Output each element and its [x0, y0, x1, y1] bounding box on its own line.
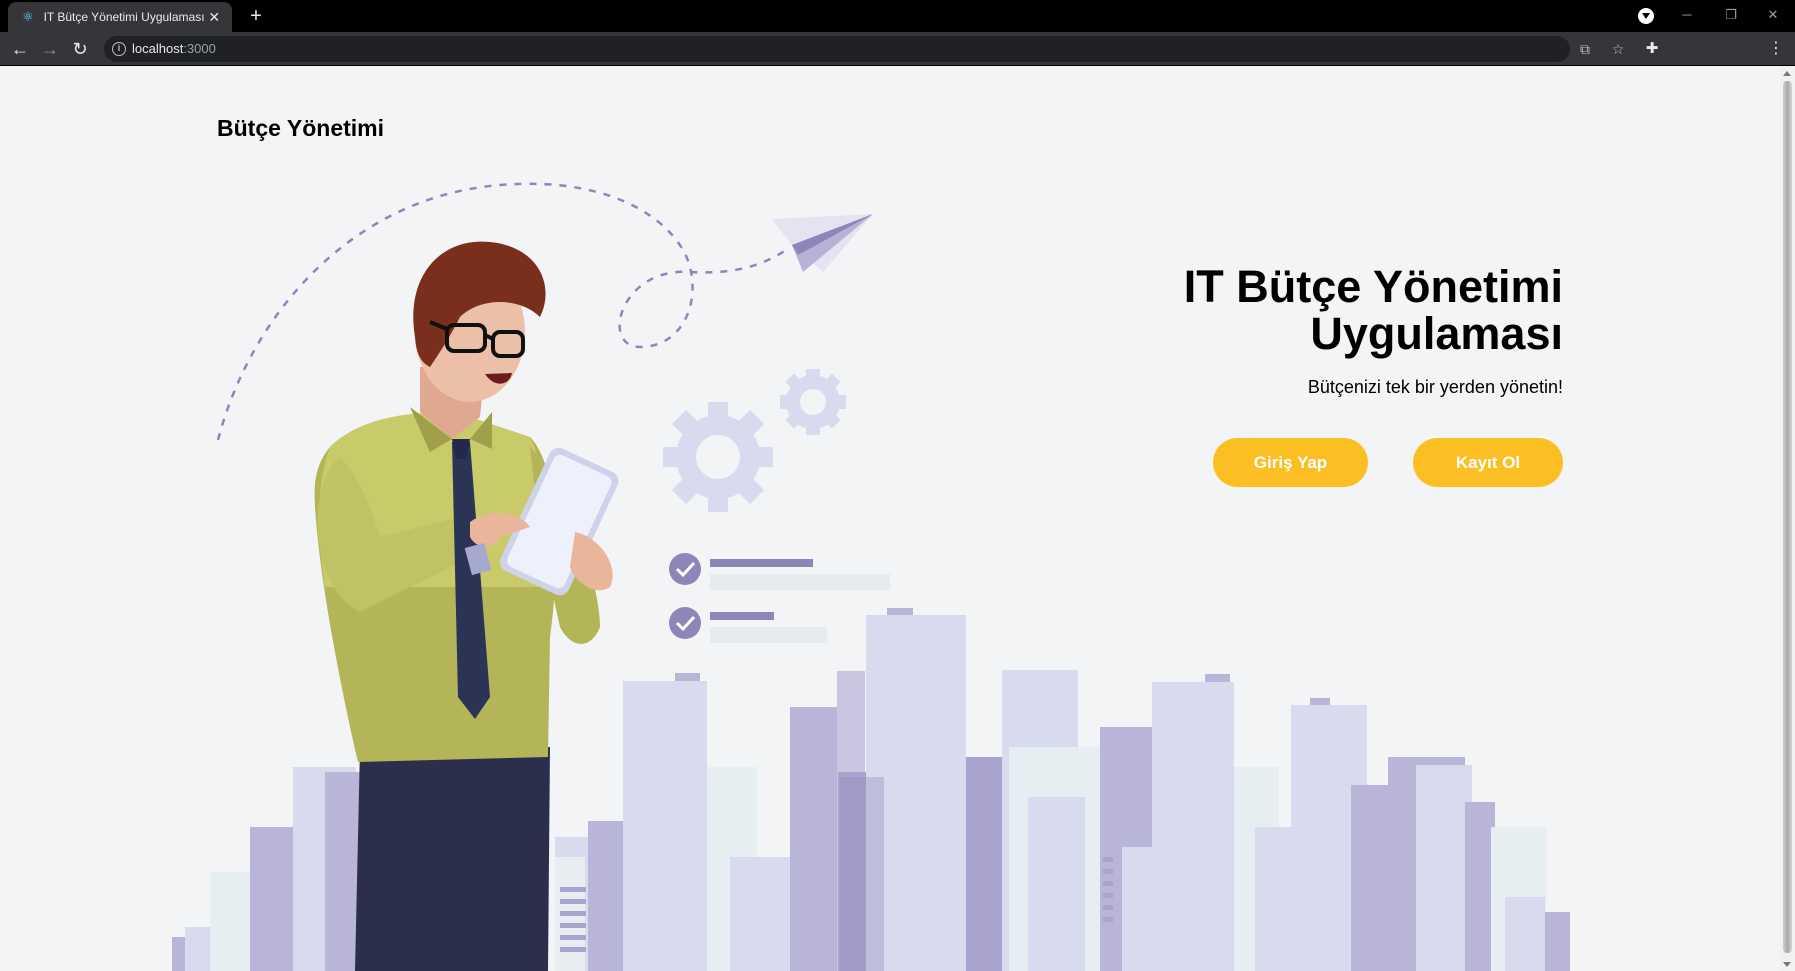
checklist [669, 553, 890, 643]
react-favicon-icon: ⚛ [21, 9, 34, 24]
scroll-up-arrow-icon[interactable] [1783, 71, 1791, 76]
profile-icon[interactable] [1638, 8, 1654, 24]
hero-illustration [172, 182, 1570, 971]
puzzle-icon[interactable]: ✚ [1642, 39, 1662, 59]
hero-buttons: Giriş Yap Kayıt Ol [1003, 438, 1563, 487]
url-text: localhost:3000 [132, 41, 216, 56]
browser-tab[interactable]: ⚛ IT Bütçe Yönetimi Uygulaması ✕ [8, 2, 232, 32]
info-icon[interactable]: i [112, 42, 126, 56]
restore-icon[interactable]: ❐ [1716, 4, 1746, 26]
tab-title: IT Bütçe Yönetimi Uygulaması [43, 10, 205, 24]
scroll-thumb[interactable] [1783, 81, 1792, 953]
translate-icon[interactable]: ⧉ [1576, 40, 1594, 58]
browser-toolbar: ← → ↻ i localhost:3000 ⧉ ☆ ✚ ⋮ [0, 32, 1795, 66]
new-tab-button[interactable]: + [244, 5, 268, 29]
scroll-down-arrow-icon[interactable] [1783, 962, 1791, 967]
close-icon[interactable]: ✕ [205, 9, 224, 26]
page-viewport: Bütçe Yönetimi IT Bütçe Yönetimi Uygulam… [0, 67, 1780, 971]
more-vert-icon[interactable]: ⋮ [1766, 39, 1786, 59]
browser-tab-bar: ⚛ IT Bütçe Yönetimi Uygulaması ✕ + ─ ❐ ✕ [0, 0, 1795, 32]
page-scrollbar[interactable] [1780, 67, 1795, 971]
paper-plane-icon [772, 214, 873, 272]
hero-section: IT Bütçe Yönetimi Uygulaması Bütçenizi t… [1003, 263, 1563, 487]
hero-subtitle: Bütçenizi tek bir yerden yönetin! [1307, 377, 1563, 397]
hero-title: IT Bütçe Yönetimi Uygulaması [1183, 261, 1563, 359]
register-button[interactable]: Kayıt Ol [1413, 438, 1563, 487]
gear-icon [780, 369, 846, 435]
minimize-icon[interactable]: ─ [1672, 4, 1702, 26]
check-circle-icon [669, 607, 701, 639]
login-button[interactable]: Giriş Yap [1213, 438, 1368, 487]
back-arrow-icon[interactable]: ← [8, 37, 32, 61]
forward-arrow-icon[interactable]: → [38, 37, 62, 61]
reload-icon[interactable]: ↻ [68, 37, 92, 61]
address-bar[interactable]: i localhost:3000 ⧉ ☆ [104, 36, 1624, 62]
gear-icon [663, 402, 773, 512]
star-icon[interactable]: ☆ [1609, 40, 1627, 58]
window-close-icon[interactable]: ✕ [1758, 4, 1788, 26]
check-circle-icon [669, 553, 701, 585]
